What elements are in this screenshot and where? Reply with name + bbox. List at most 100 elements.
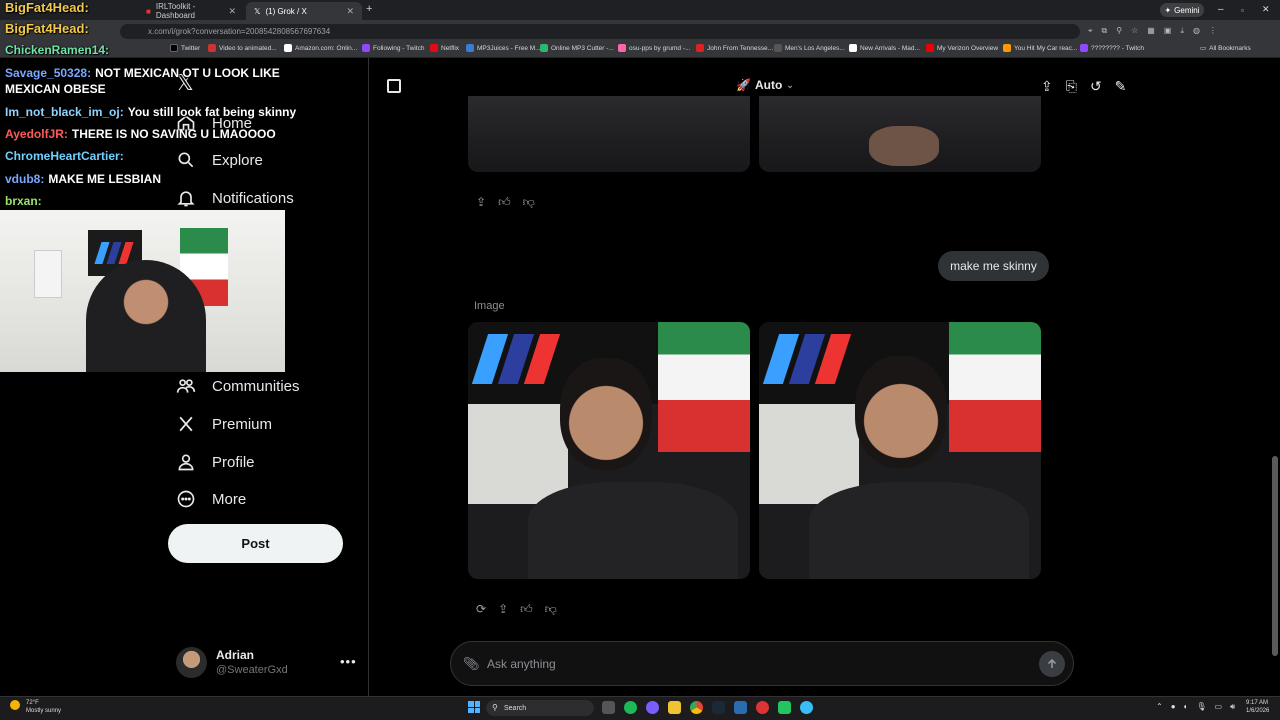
x-favicon-icon: 𝕏	[254, 6, 261, 16]
image-label: Image	[474, 300, 505, 312]
app-icon[interactable]	[734, 701, 747, 714]
speaker-icon[interactable]: 🔊︎	[1230, 702, 1235, 712]
history-icon[interactable]: ↺	[1090, 78, 1102, 95]
bookmark-item[interactable]: New Arrivals - Mad...	[849, 44, 920, 52]
bookmark-item[interactable]: Following - Twitch	[362, 44, 425, 52]
sidebar-item-communities[interactable]: Communities	[176, 369, 300, 403]
bookmark-icon[interactable]: ⎘	[1066, 78, 1077, 95]
bookmark-item[interactable]: Amazon.com: Onlin...	[284, 44, 357, 52]
thumbs-down-icon[interactable]: 👎︎	[545, 602, 557, 617]
generated-image-2[interactable]	[759, 322, 1041, 579]
gemini-button[interactable]: ✦ Gemini	[1160, 3, 1204, 17]
menu-icon[interactable]: ⋮	[1209, 26, 1217, 36]
steam-icon[interactable]	[712, 701, 725, 714]
bookmark-item[interactable]: ???????? - Twitch	[1080, 44, 1144, 52]
share-icon[interactable]: ⇪	[476, 195, 486, 210]
weather-temp: 72°F	[26, 700, 39, 706]
expand-icon[interactable]	[387, 79, 401, 93]
all-bookmarks[interactable]: ▭ All Bookmarks	[1200, 44, 1251, 53]
chrome-icon[interactable]	[690, 701, 703, 714]
chat-line: MEXICAN OBESE	[5, 82, 106, 96]
bookmark-item[interactable]: My Verizon Overview	[926, 44, 998, 52]
app-icon[interactable]	[756, 701, 769, 714]
install-icon[interactable]: ⧉	[1102, 26, 1108, 36]
tray-app-icon[interactable]: ◐	[1184, 702, 1189, 712]
response-actions-2: ⟳ ⇪ 👍︎ 👎︎	[476, 602, 557, 617]
spotify-icon[interactable]	[624, 701, 637, 714]
tab-label: (1) Grok / X	[265, 6, 307, 16]
chat-line: vdub8: MAKE ME LESBIAN	[5, 172, 162, 186]
app-icon[interactable]	[778, 701, 791, 714]
tray-app-icon[interactable]: ●	[1171, 702, 1176, 712]
mode-selector[interactable]: 🚀 Auto ⌄	[736, 78, 794, 92]
bookmark-item[interactable]: Men's Los Angeles...	[774, 44, 845, 52]
bookmark-item[interactable]: John From Tennesse...	[696, 44, 773, 52]
weather-icon[interactable]	[10, 700, 20, 710]
bookmark-item[interactable]: MP3Juices - Free M...	[466, 44, 541, 52]
close-icon[interactable]: ✕	[228, 6, 236, 17]
thumbs-up-icon[interactable]: 👍︎	[520, 602, 533, 617]
app-icon[interactable]	[800, 701, 813, 714]
previous-image-1[interactable]	[468, 96, 750, 172]
taskbar-search[interactable]: Search	[486, 700, 594, 716]
bookmark-item[interactable]: Netflix	[430, 44, 459, 52]
generated-image-1[interactable]	[468, 322, 750, 579]
bell-icon	[177, 191, 195, 207]
monitor-icon[interactable]: ▭	[1215, 702, 1223, 712]
new-tab-icon[interactable]: +	[366, 3, 372, 15]
search-icon	[178, 152, 194, 168]
app-icon[interactable]	[646, 701, 659, 714]
bookmark-item[interactable]: Twitter	[170, 44, 200, 52]
sidebar-item-premium[interactable]: Premium	[176, 407, 272, 441]
bookmark-item[interactable]: Video to animated...	[208, 44, 277, 52]
webcam-overlay	[0, 210, 285, 372]
avatar[interactable]	[176, 647, 207, 678]
x-logo-icon	[179, 416, 193, 432]
windows-start-icon[interactable]	[468, 701, 480, 713]
download-icon[interactable]: ⤓	[1180, 26, 1184, 36]
search-icon: ⚲	[492, 703, 498, 712]
extensions-icon[interactable]: ▦	[1147, 26, 1155, 36]
file-explorer-icon[interactable]	[668, 701, 681, 714]
tab-grok[interactable]: 𝕏 (1) Grok / X ✕	[246, 2, 362, 20]
sidepanel-icon[interactable]: ▣	[1164, 26, 1172, 36]
window-close-icon[interactable]: ✕	[1262, 4, 1270, 15]
share-icon[interactable]: ⇪	[1041, 78, 1053, 95]
share-icon[interactable]: ⇪	[498, 602, 508, 617]
minimize-icon[interactable]: –	[1218, 4, 1224, 15]
send-button[interactable]	[1039, 651, 1065, 677]
zoom-icon[interactable]: ⚲	[1116, 26, 1122, 36]
ask-input[interactable]: Ask anything	[450, 641, 1074, 686]
thumbs-up-icon[interactable]: 👍︎	[498, 195, 511, 210]
tab-irltoolkit[interactable]: ■ IRLToolkit - Dashboard ✕	[138, 2, 244, 20]
sidebar-item-explore[interactable]: Explore	[176, 143, 263, 177]
scrollbar[interactable]	[1272, 456, 1278, 656]
sidebar-item-profile[interactable]: Profile	[176, 445, 255, 479]
star-icon[interactable]: ☆	[1131, 26, 1138, 36]
post-button[interactable]: Post	[168, 524, 343, 563]
chat-line: Savage_50328: NOT MEXICAN OT U LOOK LIKE	[5, 66, 280, 80]
bookmark-item[interactable]: You Hit My Car reac...	[1003, 44, 1077, 52]
previous-image-2[interactable]	[759, 96, 1041, 172]
weather-desc: Mostly sunny	[26, 708, 62, 714]
task-view-icon[interactable]	[602, 701, 615, 714]
bookmark-item[interactable]: Online MP3 Cutter -...	[540, 44, 614, 52]
profile-icon[interactable]: ◍	[1193, 26, 1200, 36]
regenerate-icon[interactable]: ⟳	[476, 602, 486, 617]
sidebar-item-more[interactable]: More	[176, 482, 246, 516]
account-menu-icon[interactable]: •••	[340, 654, 357, 669]
chat-line: ChickenRamen14:	[5, 43, 110, 57]
tab-favicon-icon: ■	[146, 6, 151, 16]
close-icon[interactable]: ✕	[346, 6, 354, 17]
bookmark-item[interactable]: osu-pps by grumd -...	[618, 44, 690, 52]
location-icon[interactable]: ⌖	[1088, 26, 1093, 36]
url-field[interactable]: x.com/i/grok?conversation=20085428085676…	[120, 24, 1080, 39]
mic-icon[interactable]: 🎙︎	[1196, 702, 1206, 712]
chat-line: ChromeHeartCartier:	[5, 149, 124, 163]
thumbs-down-icon[interactable]: 👎︎	[523, 195, 535, 210]
maximize-icon[interactable]: ▫	[1241, 6, 1244, 15]
edit-icon[interactable]: ✎	[1115, 78, 1127, 95]
tab-label: IRLToolkit - Dashboard	[155, 2, 196, 20]
attach-icon[interactable]: 📎︎	[463, 656, 480, 672]
chevron-up-icon[interactable]: ⌃	[1156, 702, 1163, 712]
